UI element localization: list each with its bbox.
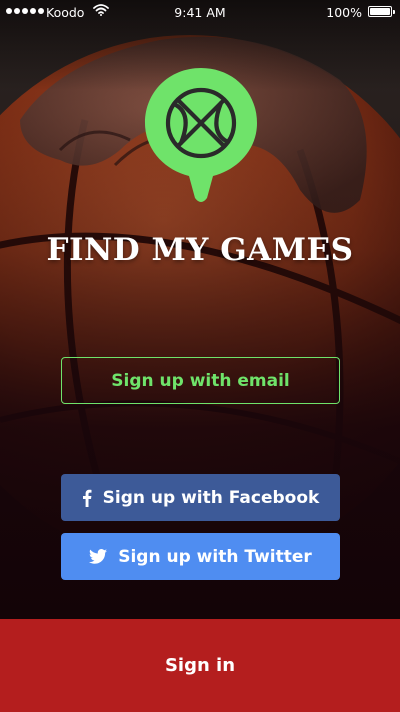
sign-up-facebook-label: Sign up with Facebook	[102, 487, 320, 508]
sign-up-twitter-label: Sign up with Twitter	[118, 546, 312, 567]
sign-up-twitter-button[interactable]: Sign up with Twitter	[61, 533, 340, 580]
sign-up-email-label: Sign up with email	[111, 370, 290, 391]
facebook-icon	[82, 489, 92, 507]
basketball-map-pin-icon	[145, 68, 257, 202]
sign-up-email-button[interactable]: Sign up with email	[61, 357, 340, 404]
status-bar: Koodo 9:41 AM 100%	[0, 0, 400, 26]
app-title: FIND MY GAMES	[46, 232, 354, 268]
sign-in-button[interactable]: Sign in	[0, 619, 400, 712]
sign-up-facebook-button[interactable]: Sign up with Facebook	[61, 474, 340, 521]
twitter-icon	[89, 549, 108, 564]
battery-percentage: 100%	[326, 5, 362, 20]
battery-icon	[368, 6, 395, 17]
sign-in-label: Sign in	[164, 655, 236, 676]
